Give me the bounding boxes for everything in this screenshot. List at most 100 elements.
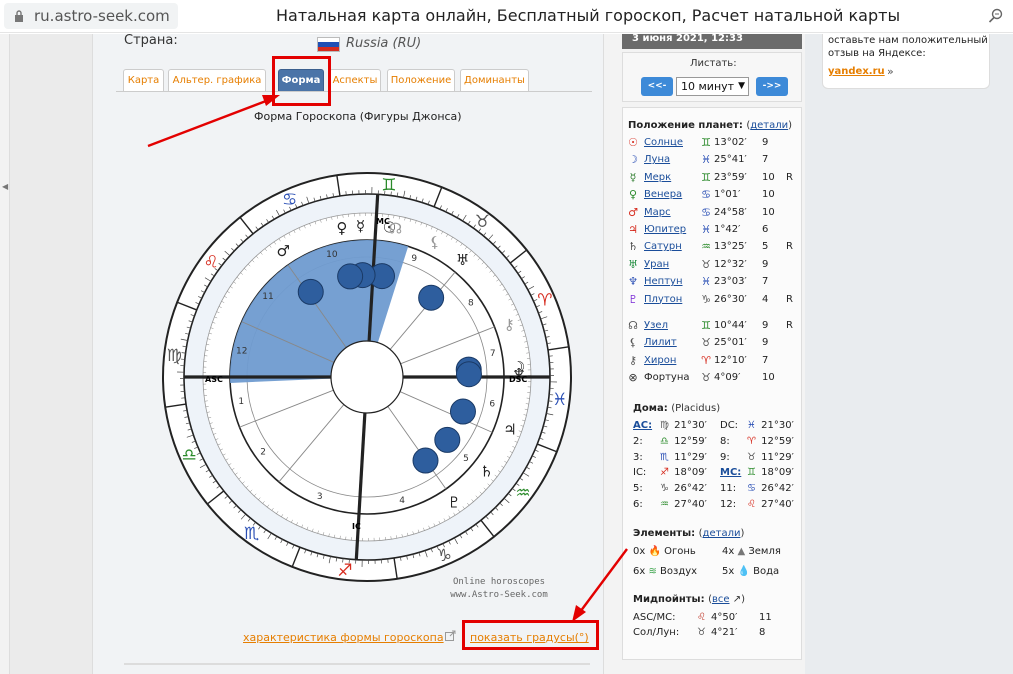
planet-name[interactable]: Мерк: [644, 172, 671, 183]
house-label: 12:: [720, 499, 737, 510]
house-degree: 27°40′: [758, 499, 794, 510]
scrollbar[interactable]: ◀: [0, 34, 10, 674]
point-house: 9: [762, 337, 769, 349]
earth-icon: ▲: [737, 546, 746, 557]
houses-header: Дома: (Placidus): [633, 403, 720, 414]
planet-name[interactable]: Юпитер: [644, 224, 686, 235]
house-degree: 21°30′: [758, 420, 794, 431]
planet-name[interactable]: Сатурн: [644, 241, 682, 252]
zodiac-sign-icon: ♉: [701, 336, 711, 350]
scroll-arrow-icon[interactable]: ◀: [2, 182, 8, 191]
planet-name[interactable]: Солнце: [644, 137, 683, 148]
page-background-left: [0, 34, 92, 674]
planet-glyph-icon: ☉: [628, 136, 638, 149]
zodiac-sign-icon: ♋: [701, 205, 711, 219]
zoom-icon[interactable]: [988, 8, 1004, 24]
house-row-left: 5: ♑ 26°42′: [633, 483, 707, 499]
planet-degree: 13°25′: [714, 241, 747, 253]
planet-degree: 26°30′: [714, 293, 747, 305]
house-label[interactable]: AC:: [633, 420, 658, 431]
zodiac-sign-icon: ♓: [701, 153, 711, 167]
tab-alt-graphics[interactable]: Альтер. графика: [168, 69, 266, 92]
house-label: 9:: [720, 451, 730, 463]
midpoints-all-link[interactable]: все: [712, 594, 730, 605]
next-time-button[interactable]: ->>: [756, 77, 788, 96]
time-step-select[interactable]: 10 минут ▼: [676, 77, 749, 96]
elements-header: Элементы: (детали): [633, 528, 745, 539]
houses-system: (Placidus): [671, 403, 721, 414]
zodiac-glyph-icon: ♍: [167, 346, 182, 366]
tab-map[interactable]: Карта: [123, 69, 164, 92]
planet-house: 5: [762, 241, 769, 253]
planets-details-link[interactable]: детали: [750, 120, 788, 131]
planet-row: ☉ Солнце ♊ 13°02′ 9: [626, 136, 798, 152]
planet-dot: [455, 361, 482, 388]
zodiac-sign-icon: ♑: [701, 292, 711, 306]
element-fire: 0x 🔥 Огонь: [633, 546, 696, 557]
planet-row: ♄ Сатурн ♒ 13°25′ 5 R: [626, 240, 798, 256]
lock-icon: [15, 10, 23, 22]
address-bar[interactable]: ru.astro-seek.com: [4, 3, 178, 29]
point-degree: 10°44′: [714, 320, 747, 331]
point-name[interactable]: Лилит: [644, 337, 677, 348]
point-glyph-icon: ⊗: [628, 371, 638, 385]
planet-house: 10: [762, 171, 775, 183]
point-row: ⚸ Лилит ♉ 25°01′ 9: [626, 336, 798, 352]
point-glyph-icon: ⚷: [628, 353, 638, 367]
planet-glyph-icon: ☿: [629, 170, 637, 184]
watermark-line-1: Online horoscopes: [453, 577, 545, 587]
point-name[interactable]: Узел: [644, 320, 668, 331]
house-label: 3:: [633, 451, 643, 463]
center-circle: [330, 340, 404, 414]
planet-name[interactable]: Уран: [644, 259, 669, 270]
country-value: Russia (RU): [346, 36, 422, 51]
planet-row: ♀ Венера ♋ 1°01′ 10: [626, 188, 798, 204]
zodiac-sign-icon: ♉: [747, 451, 756, 463]
planet-name[interactable]: Нептун: [644, 276, 683, 287]
retrograde-flag: R: [786, 171, 793, 183]
yandex-link[interactable]: yandex.ru: [828, 66, 885, 77]
tab-position[interactable]: Положение: [387, 69, 455, 92]
shape-characteristic-link[interactable]: характеристика формы гороскопа: [243, 631, 444, 644]
external-link-icon[interactable]: ↗: [733, 594, 741, 605]
zodiac-glyph-icon: ♈: [537, 291, 552, 311]
planet-name[interactable]: Луна: [644, 154, 670, 165]
house-number: 2: [260, 448, 266, 458]
retrograde-flag: R: [786, 293, 793, 305]
time-step-value: 10 минут: [681, 80, 735, 93]
planet-degree: 23°03′: [714, 276, 747, 288]
house-label: DC:: [720, 420, 739, 431]
house-degree: 11°29′: [758, 451, 794, 463]
tab-aspects[interactable]: Аспекты: [329, 69, 381, 92]
house-row-right: 9: ♉ 11°29′: [720, 452, 794, 468]
planet-name[interactable]: Плутон: [644, 294, 682, 305]
house-row-right: 12: ♌ 27°40′: [720, 499, 794, 515]
external-link-icon[interactable]: [445, 630, 456, 641]
house-degree: 27°40′: [671, 499, 707, 510]
prev-time-button[interactable]: <<-: [641, 77, 673, 96]
zodiac-sign-icon: ♎: [660, 435, 669, 447]
planet-house: 10: [762, 206, 775, 218]
house-degree: 26°42′: [758, 483, 794, 495]
house-degree: 12°59′: [758, 435, 794, 447]
tab-dominants[interactable]: Доминанты: [460, 69, 529, 92]
point-name[interactable]: Хирон: [644, 355, 676, 366]
planet-row: ♇ Плутон ♑ 26°30′ 4 R: [626, 293, 798, 309]
midpoint-sign: ♉: [697, 627, 706, 638]
country-label: Страна:: [124, 33, 178, 48]
house-number: 11: [262, 292, 273, 302]
planet-house: 9: [762, 258, 769, 270]
elements-details-link[interactable]: детали: [703, 528, 741, 539]
house-label[interactable]: MC:: [720, 467, 745, 478]
planet-degree: 24°58′: [714, 206, 747, 218]
element-count: 6x: [633, 566, 646, 577]
planet-name[interactable]: Марс: [644, 207, 671, 218]
planet-row: ♃ Юпитер ♓ 1°42′ 6: [626, 223, 798, 239]
zodiac-sign-icon: ♓: [701, 223, 711, 236]
watermark-line-2: www.Astro-Seek.com: [450, 590, 548, 600]
planet-degree: 25°41′: [714, 154, 747, 166]
point-house: 9: [762, 320, 769, 331]
zodiac-glyph-icon: ♒: [515, 483, 530, 503]
planet-name[interactable]: Венера: [644, 189, 682, 200]
midpoint-label: ASC/MC:: [633, 612, 676, 623]
